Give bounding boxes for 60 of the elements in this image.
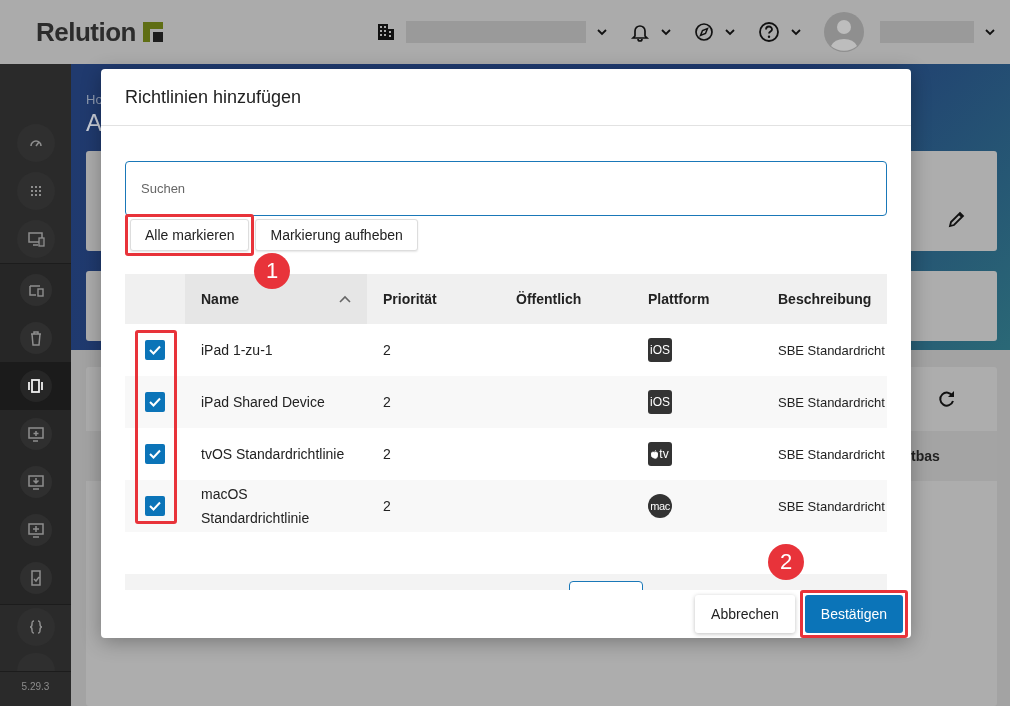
monitor-icon bbox=[25, 229, 46, 249]
table-cell-text: iPad 1-zu-1 bbox=[201, 341, 274, 360]
help-icon[interactable] bbox=[758, 21, 780, 43]
checkbox[interactable] bbox=[145, 496, 165, 516]
check-icon bbox=[149, 501, 161, 511]
column-header[interactable]: Plattform bbox=[648, 291, 710, 307]
checkbox[interactable] bbox=[145, 392, 165, 412]
step-badge: 2 bbox=[768, 544, 804, 580]
table-cell-text: iPad Shared Device bbox=[201, 393, 326, 412]
table-cell: SBE Standardricht bbox=[778, 499, 885, 514]
tablet-icon bbox=[25, 376, 46, 396]
table-cell: 2 bbox=[383, 394, 391, 410]
column-header[interactable]: Name bbox=[201, 291, 240, 307]
chevron-down-icon[interactable] bbox=[660, 27, 672, 37]
platform-badge: iOS bbox=[648, 390, 672, 414]
download-icon bbox=[25, 472, 46, 492]
column-header: tbas bbox=[911, 448, 940, 464]
chevron-down-icon[interactable] bbox=[790, 27, 802, 37]
platform-badge: tv bbox=[648, 442, 672, 466]
compass-icon[interactable] bbox=[694, 22, 714, 42]
search-field[interactable]: Suchen bbox=[125, 161, 887, 216]
table-cell: 2 bbox=[383, 342, 391, 358]
check-icon bbox=[149, 449, 161, 459]
check-icon bbox=[149, 345, 161, 355]
table-cell-text: tvOS Standardrichtlinie bbox=[201, 445, 346, 464]
cancel-button[interactable]: Abbrechen bbox=[695, 595, 795, 633]
action-button[interactable]: Markierung aufheben bbox=[255, 219, 418, 251]
checkbox[interactable] bbox=[145, 444, 165, 464]
table-cell: SBE Standardricht bbox=[778, 447, 885, 462]
action-button[interactable]: Alle markieren bbox=[130, 219, 250, 251]
monitor-icon bbox=[25, 424, 46, 444]
sidebar-item[interactable] bbox=[0, 362, 71, 410]
bell-icon[interactable] bbox=[630, 22, 650, 42]
logo-text: Relution bbox=[36, 16, 136, 48]
table-cell: SBE Standardricht bbox=[778, 343, 885, 358]
refresh-icon[interactable] bbox=[937, 389, 957, 409]
confirm-button[interactable]: Bestätigen bbox=[804, 595, 903, 633]
chevron-down-icon[interactable] bbox=[724, 27, 736, 37]
checkbox[interactable] bbox=[145, 340, 165, 360]
column-header[interactable]: Öffentlich bbox=[516, 291, 582, 307]
dialog-title: Richtlinien hinzufügen bbox=[125, 86, 302, 108]
column-header[interactable]: Priorität bbox=[383, 291, 437, 307]
building-icon[interactable] bbox=[376, 22, 396, 42]
table-cell: 2 bbox=[383, 498, 391, 514]
apple-icon bbox=[651, 449, 659, 459]
logo-icon bbox=[142, 21, 164, 43]
table-cell-text: macOS Standardrichtlinie bbox=[201, 485, 311, 528]
chevron-down-icon[interactable] bbox=[596, 27, 608, 37]
page-title: A bbox=[86, 109, 103, 137]
check-icon bbox=[149, 397, 161, 407]
column-header[interactable]: Beschreibung bbox=[778, 291, 872, 307]
version-label: 5.29.3 bbox=[20, 681, 51, 694]
table-cell: 2 bbox=[383, 446, 391, 462]
step-badge: 1 bbox=[254, 253, 290, 289]
monitor-icon bbox=[25, 520, 46, 540]
platform-badge: iOS bbox=[648, 338, 672, 362]
platform-badge: mac bbox=[648, 494, 672, 518]
table-cell: SBE Standardricht bbox=[778, 395, 885, 410]
chevron-down-icon[interactable] bbox=[984, 27, 996, 37]
pencil-icon[interactable] bbox=[947, 209, 967, 229]
